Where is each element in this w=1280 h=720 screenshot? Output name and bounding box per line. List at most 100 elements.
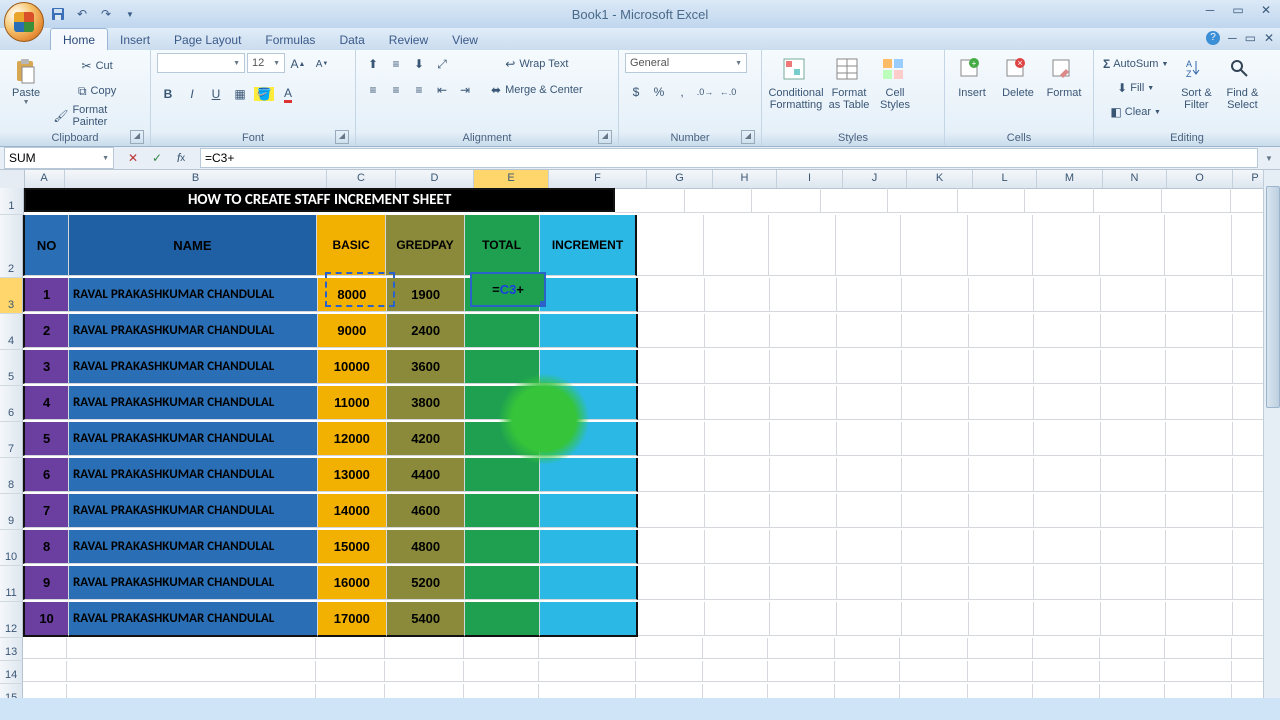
cell[interactable] xyxy=(902,386,969,420)
shrink-font-button[interactable]: A▼ xyxy=(311,53,333,75)
cell[interactable] xyxy=(385,638,463,659)
cell[interactable] xyxy=(540,494,637,528)
cell[interactable] xyxy=(540,458,637,492)
cell[interactable]: 12000 xyxy=(318,422,388,456)
cell[interactable] xyxy=(703,638,768,659)
cell[interactable] xyxy=(1166,566,1233,600)
row-header-6[interactable]: 6 xyxy=(0,386,23,422)
cell[interactable] xyxy=(1034,314,1101,348)
fill-color-button[interactable]: 🪣 xyxy=(253,83,275,105)
cell[interactable]: 3800 xyxy=(387,386,465,420)
cell[interactable] xyxy=(1100,661,1165,682)
row-header-3[interactable]: 3 xyxy=(0,278,23,314)
cell[interactable] xyxy=(636,638,703,659)
fill-button[interactable]: ⬇Fill▼ xyxy=(1100,77,1171,99)
close-doc-icon[interactable]: ✕ xyxy=(1264,31,1274,45)
align-right-button[interactable]: ≡ xyxy=(408,79,430,101)
percent-button[interactable]: % xyxy=(648,81,670,103)
cell[interactable] xyxy=(969,278,1034,312)
cell[interactable] xyxy=(316,661,386,682)
font-name-select[interactable]: ▼ xyxy=(157,53,245,73)
cell[interactable] xyxy=(705,386,770,420)
cell[interactable]: 11000 xyxy=(318,386,388,420)
cell[interactable] xyxy=(705,314,770,348)
grow-font-button[interactable]: A▲ xyxy=(287,53,309,75)
title-cell[interactable]: HOW TO CREATE STAFF INCREMENT SHEET xyxy=(24,188,615,212)
cell[interactable] xyxy=(770,422,837,456)
cell[interactable] xyxy=(837,566,902,600)
cell[interactable] xyxy=(1034,278,1101,312)
cell[interactable] xyxy=(900,661,967,682)
row-header-7[interactable]: 7 xyxy=(0,422,23,458)
cell[interactable]: RAVAL PRAKASHKUMAR CHANDULAL xyxy=(69,566,318,600)
cell[interactable] xyxy=(902,602,969,636)
cell[interactable] xyxy=(1034,386,1101,420)
tab-home[interactable]: Home xyxy=(50,28,108,50)
paste-button[interactable]: Paste ▼ xyxy=(6,53,46,106)
cell[interactable]: RAVAL PRAKASHKUMAR CHANDULAL xyxy=(69,422,318,456)
cell[interactable] xyxy=(901,215,968,276)
cell[interactable] xyxy=(769,215,836,276)
cell[interactable] xyxy=(1101,278,1166,312)
cell[interactable] xyxy=(638,602,705,636)
row-header-8[interactable]: 8 xyxy=(0,458,23,494)
cell[interactable]: 4200 xyxy=(387,422,465,456)
cell[interactable] xyxy=(540,386,637,420)
border-button[interactable]: ▦ xyxy=(229,83,251,105)
format-as-table-button[interactable]: Format as Table xyxy=(828,53,870,111)
cell[interactable]: NAME xyxy=(69,215,317,276)
cell[interactable] xyxy=(1034,494,1101,528)
cell[interactable] xyxy=(968,638,1033,659)
cell[interactable] xyxy=(835,661,900,682)
cell[interactable] xyxy=(465,566,540,600)
cell[interactable] xyxy=(770,278,837,312)
cell[interactable] xyxy=(837,494,902,528)
row-header-9[interactable]: 9 xyxy=(0,494,23,530)
cell[interactable] xyxy=(768,684,835,698)
font-size-select[interactable]: 12▼ xyxy=(247,53,285,73)
cell[interactable]: 3600 xyxy=(387,350,465,384)
cell[interactable] xyxy=(1033,638,1100,659)
cell[interactable] xyxy=(705,278,770,312)
name-box[interactable]: SUM▼ xyxy=(4,147,114,169)
cell[interactable] xyxy=(1101,602,1166,636)
currency-button[interactable]: $ xyxy=(625,81,647,103)
vertical-scrollbar[interactable] xyxy=(1263,170,1280,698)
copy-button[interactable]: ⧉Copy xyxy=(50,80,144,102)
cell[interactable] xyxy=(1166,530,1233,564)
cut-button[interactable]: ✂Cut xyxy=(50,55,144,77)
cell[interactable] xyxy=(539,684,636,698)
cell[interactable] xyxy=(770,458,837,492)
cell[interactable] xyxy=(770,314,837,348)
cell[interactable] xyxy=(705,458,770,492)
office-button[interactable] xyxy=(4,2,44,42)
cell[interactable] xyxy=(768,661,835,682)
cell[interactable] xyxy=(615,188,684,213)
cell[interactable] xyxy=(638,530,705,564)
cell[interactable] xyxy=(837,314,902,348)
column-header-M[interactable]: M xyxy=(1037,170,1103,188)
cell[interactable] xyxy=(465,422,540,456)
cell[interactable] xyxy=(837,278,902,312)
cell[interactable] xyxy=(1165,684,1232,698)
conditional-formatting-button[interactable]: Conditional Formatting xyxy=(768,53,824,111)
restore-button[interactable]: ▭ xyxy=(1229,3,1247,17)
cell[interactable]: 2400 xyxy=(387,314,465,348)
cell[interactable] xyxy=(637,215,704,276)
row-header-11[interactable]: 11 xyxy=(0,566,23,602)
cell[interactable] xyxy=(968,215,1033,276)
cell[interactable] xyxy=(768,638,835,659)
column-header-J[interactable]: J xyxy=(843,170,907,188)
cell[interactable]: 8 xyxy=(23,530,69,564)
cell[interactable] xyxy=(1166,350,1233,384)
cell[interactable]: 5200 xyxy=(387,566,465,600)
cell[interactable]: TOTAL xyxy=(465,215,540,276)
decrease-decimal-button[interactable]: ←.0 xyxy=(717,81,739,103)
cell[interactable] xyxy=(705,602,770,636)
align-center-button[interactable]: ≡ xyxy=(385,79,407,101)
save-icon[interactable] xyxy=(50,6,66,22)
cell[interactable]: 5 xyxy=(23,422,69,456)
cell[interactable] xyxy=(770,530,837,564)
cell[interactable] xyxy=(465,314,540,348)
cell[interactable] xyxy=(837,422,902,456)
